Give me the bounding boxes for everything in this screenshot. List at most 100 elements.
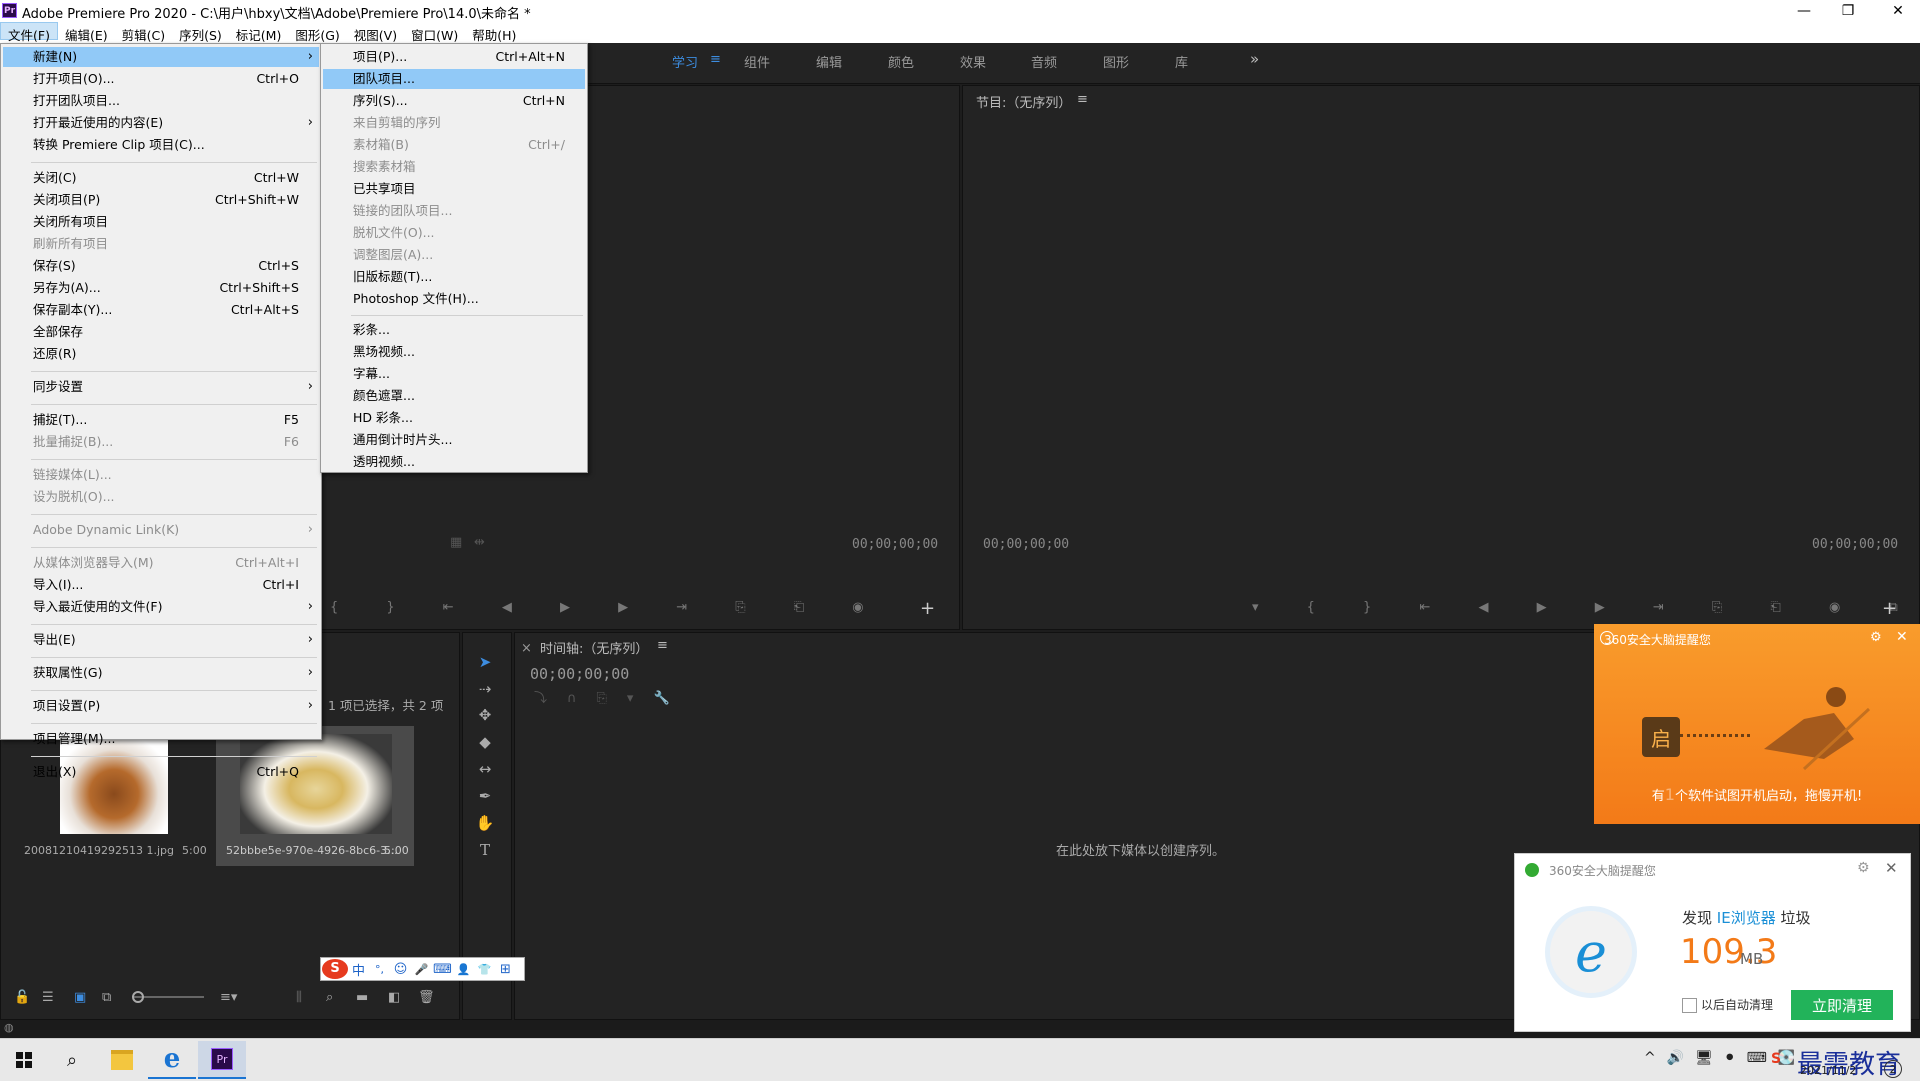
zoom-slider[interactable] [134, 996, 204, 998]
ime-punctuation-icon[interactable]: °, [369, 963, 390, 976]
file-menu-item[interactable]: 还原(R) [3, 344, 319, 364]
menu-sequence[interactable]: 序列(S) [172, 22, 229, 43]
find-icon[interactable]: ⌕ [326, 990, 333, 1005]
menu-clip[interactable]: 剪辑(C) [115, 22, 172, 43]
new-submenu-item[interactable]: 团队项目... [323, 69, 585, 89]
file-menu-item[interactable]: 导入最近使用的文件(F) › [3, 597, 319, 617]
menu-window[interactable]: 窗口(W) [404, 22, 465, 43]
timeline-toolbar[interactable]: ⤵∩⎘▾🔧 [534, 687, 690, 706]
timeline-menu-icon[interactable]: ≡ [657, 638, 668, 653]
new-submenu-item[interactable]: 透明视频... [323, 452, 585, 472]
workspace-learn[interactable]: 学习 [672, 52, 698, 71]
sort-icon[interactable]: ≡▾ [220, 990, 237, 1005]
workspace-audio[interactable]: 音频 [1031, 52, 1057, 71]
program-transport-controls[interactable]: ▾ { } ⇤ ◀ ▶ ▶ ⇥ ⎘ ⎗ ◉ ⧉ [1252, 600, 1920, 615]
restore-button[interactable]: ❐ [1826, 0, 1870, 22]
file-menu-item[interactable]: 项目管理(M)... [3, 729, 319, 749]
slip-tool-icon[interactable]: ↔ [474, 758, 496, 780]
file-menu-item[interactable]: 获取属性(G) › [3, 663, 319, 683]
ime-voice-icon[interactable]: 🎤 [411, 963, 432, 976]
new-submenu-item[interactable]: 字幕... [323, 364, 585, 384]
popup-cleanup-close-icon[interactable]: ✕ [1885, 859, 1898, 877]
file-menu-item[interactable]: 退出(X) Ctrl+Q [3, 762, 319, 782]
new-submenu-item[interactable]: 黑场视频... [323, 342, 585, 362]
hand-tool-icon[interactable]: ✋ [474, 812, 496, 834]
new-submenu-item[interactable]: 通用倒计时片头... [323, 430, 585, 450]
file-menu-item[interactable]: 保存(S) Ctrl+S [3, 256, 319, 276]
premiere-taskbar-icon[interactable]: Pr [198, 1041, 246, 1079]
type-tool-icon[interactable]: T [474, 839, 496, 861]
menu-help[interactable]: 帮助(H) [465, 22, 523, 43]
clear-icon[interactable]: 🗑 [418, 990, 435, 1005]
clean-now-button[interactable]: 立即清理 [1791, 990, 1893, 1020]
popup-cleanup-settings-icon[interactable]: ⚙ [1857, 860, 1870, 876]
file-menu-item[interactable]: 打开项目(O)... Ctrl+O [3, 69, 319, 89]
file-menu-item[interactable]: 保存副本(Y)... Ctrl+Alt+S [3, 300, 319, 320]
system-tray-icons[interactable]: ^🔊🖥⚫⌨💽 [1644, 1050, 1806, 1066]
ime-toolbox-icon[interactable]: ⊞ [495, 962, 516, 977]
menu-view[interactable]: 视图(V) [347, 22, 404, 43]
ime-emoji-icon[interactable]: ☺ [390, 962, 411, 977]
timeline-timecode[interactable]: 00;00;00;00 [530, 665, 629, 683]
menu-marker[interactable]: 标记(M) [229, 22, 289, 43]
menu-edit[interactable]: 编辑(E) [58, 22, 115, 43]
file-explorer-icon[interactable] [98, 1041, 146, 1079]
automate-icon[interactable]: ⫼ [296, 990, 302, 1005]
project-lock-icon[interactable]: 🔓 [14, 990, 30, 1005]
menu-graphics[interactable]: 图形(G) [288, 22, 346, 43]
search-icon[interactable]: ⌕ [48, 1041, 96, 1079]
new-submenu-item[interactable]: HD 彩条... [323, 408, 585, 428]
source-transport-controls[interactable]: { } ⇤ ◀ ▶ ▶ ⇥ ⎘ ⎗ ◉ [330, 600, 886, 615]
program-add-button-icon[interactable]: + [1882, 598, 1897, 619]
workspace-assembly[interactable]: 组件 [744, 52, 770, 71]
auto-clean-checkbox[interactable] [1682, 998, 1697, 1013]
timeline-close-icon[interactable]: × [521, 641, 532, 656]
file-menu-item[interactable]: 关闭项目(P) Ctrl+Shift+W [3, 190, 319, 210]
ime-chinese-mode[interactable]: 中 [348, 960, 369, 979]
track-select-tool-icon[interactable]: ⇢ [474, 678, 496, 700]
popup-360-close-icon[interactable]: ✕ [1896, 629, 1908, 645]
new-item-icon[interactable]: ◧ [388, 990, 400, 1005]
ime-keyboard-icon[interactable]: ⌨ [432, 962, 453, 977]
ripple-edit-tool-icon[interactable]: ✥ [474, 704, 496, 726]
ime-skin-icon[interactable]: 👕 [474, 963, 495, 976]
razor-tool-icon[interactable]: ◆ [474, 731, 496, 753]
pen-tool-icon[interactable]: ✒ [474, 785, 496, 807]
windows-start-icon[interactable] [0, 1041, 48, 1079]
freeform-view-icon[interactable]: ⧉ [102, 990, 111, 1005]
file-menu-item[interactable]: 项目设置(P) › [3, 696, 319, 716]
new-submenu-item[interactable]: 已共享项目 [323, 179, 585, 199]
edge-browser-icon[interactable]: e [148, 1041, 196, 1079]
source-resolution-icon[interactable]: ⇹ [474, 535, 485, 550]
icon-view-icon[interactable]: ▣ [74, 990, 86, 1005]
file-menu-item[interactable]: 另存为(A)... Ctrl+Shift+S [3, 278, 319, 298]
zoom-slider-handle[interactable] [132, 991, 144, 1003]
file-menu-item[interactable]: 打开最近使用的内容(E) › [3, 113, 319, 133]
file-menu-item[interactable]: 同步设置 › [3, 377, 319, 397]
list-view-icon[interactable]: ☰ [42, 990, 54, 1005]
file-menu-item[interactable]: 打开团队项目... [3, 91, 319, 111]
minimize-button[interactable]: — [1782, 0, 1826, 22]
close-button[interactable]: ✕ [1876, 0, 1920, 22]
workspace-menu-icon[interactable]: ≡ [710, 52, 721, 67]
new-submenu-item[interactable]: 颜色遮罩... [323, 386, 585, 406]
new-submenu-item[interactable]: 序列(S)... Ctrl+N [323, 91, 585, 111]
new-submenu-item[interactable]: 彩条... [323, 320, 585, 340]
menu-file[interactable]: 文件(F) [0, 22, 58, 43]
source-add-button-icon[interactable]: + [920, 598, 935, 619]
file-menu-item[interactable]: 导出(E) › [3, 630, 319, 650]
notification-count[interactable]: 2 [1884, 1060, 1902, 1078]
popup-360-settings-icon[interactable]: ⚙ [1870, 630, 1882, 645]
workspace-overflow-icon[interactable]: » [1250, 50, 1259, 68]
new-submenu-item[interactable]: 旧版标题(T)... [323, 267, 585, 287]
file-menu-item[interactable]: 全部保存 [3, 322, 319, 342]
workspace-effects[interactable]: 效果 [960, 52, 986, 71]
file-menu-item[interactable]: 捕捉(T)... F5 [3, 410, 319, 430]
file-menu-item[interactable]: 关闭(C) Ctrl+W [3, 168, 319, 188]
workspace-color[interactable]: 颜色 [888, 52, 914, 71]
selection-tool-icon[interactable]: ➤ [474, 651, 496, 673]
workspace-graphics[interactable]: 图形 [1103, 52, 1129, 71]
sogou-logo-icon[interactable]: S [322, 959, 348, 979]
file-menu-item[interactable]: 转换 Premiere Clip 项目(C)... [3, 135, 319, 155]
file-menu-item[interactable]: 导入(I)... Ctrl+I [3, 575, 319, 595]
